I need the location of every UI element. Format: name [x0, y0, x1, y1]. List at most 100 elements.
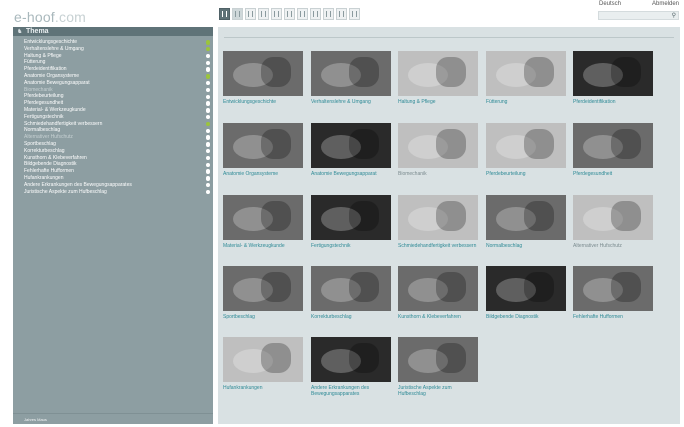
sidebar-item[interactable]: Pferdebeurteilung [13, 93, 213, 100]
pencil-icon[interactable] [284, 8, 295, 20]
sidebar-item[interactable]: Fertigungstechnik [13, 114, 213, 121]
topic-title-link[interactable]: Schmiedehandfertigkeit verbessern [398, 243, 478, 249]
sidebar-item[interactable]: Alternativer Hufschutz [13, 134, 213, 141]
grid-icon[interactable] [323, 8, 334, 20]
search-input[interactable]: ⚲ [598, 11, 679, 20]
sidebar-item[interactable]: Pferdegesundheit [13, 100, 213, 107]
sidebar-item[interactable]: Bildgebende Diagnostik [13, 161, 213, 168]
topic-tile[interactable]: Anatomie Organsysteme [223, 123, 303, 177]
topic-thumbnail[interactable] [486, 51, 566, 96]
topic-thumbnail[interactable] [573, 123, 653, 168]
topic-tile[interactable]: Alternativer Hufschutz [573, 195, 653, 249]
topic-tile[interactable]: Juristische Aspekte zum Hufbeschlag [398, 337, 478, 397]
question-icon[interactable] [297, 8, 308, 20]
topic-tile[interactable]: Material- & Werkzeugkunde [223, 195, 303, 249]
logout-link[interactable]: Abmelden [652, 1, 679, 7]
topic-tile[interactable]: Andere Erkrankungen des Bewegungsapparat… [311, 337, 391, 397]
topic-title-link[interactable]: Hufankrankungen [223, 385, 303, 391]
image-icon[interactable] [349, 8, 360, 20]
topic-tile[interactable]: Fehlerhafte Hufformen [573, 266, 653, 320]
topic-thumbnail[interactable] [486, 266, 566, 311]
logo[interactable]: e-hoof.com [14, 9, 86, 25]
topic-tile[interactable]: Kunsthorn & Klebeverfahren [398, 266, 478, 320]
topic-thumbnail[interactable] [398, 51, 478, 96]
topic-thumbnail[interactable] [311, 123, 391, 168]
topic-thumbnail[interactable] [486, 123, 566, 168]
topic-title-link[interactable]: Anatomie Bewegungsapparat [311, 171, 391, 177]
topic-title-link[interactable]: Alternativer Hufschutz [573, 243, 653, 249]
topic-title-link[interactable]: Andere Erkrankungen des Bewegungsapparat… [311, 385, 391, 397]
topic-tile[interactable]: Biomechanik [398, 123, 478, 177]
sidebar-item[interactable]: Material- & Werkzeugkunde [13, 107, 213, 114]
topic-tile[interactable]: Bildgebende Diagnostik [486, 266, 566, 320]
topic-tile[interactable]: Haltung & Pflege [398, 51, 478, 105]
sidebar-item[interactable]: Hufankrankungen [13, 175, 213, 182]
sidebar-item[interactable]: Anatomie Bewegungsapparat [13, 80, 213, 87]
topic-thumbnail[interactable] [223, 123, 303, 168]
topic-tile[interactable]: Pferdebeurteilung [486, 123, 566, 177]
topic-tile[interactable]: Schmiedehandfertigkeit verbessern [398, 195, 478, 249]
sidebar-item[interactable]: Entwicklungsgeschichte [13, 39, 213, 46]
topic-title-link[interactable]: Biomechanik [398, 171, 478, 177]
sidebar-item[interactable]: Andere Erkrankungen des Bewegungsapparat… [13, 182, 213, 189]
topic-title-link[interactable]: Pferdebeurteilung [486, 171, 566, 177]
edit-icon[interactable] [232, 8, 243, 20]
page-icon[interactable] [271, 8, 282, 20]
sidebar-item[interactable]: Anatomie Organsysteme [13, 73, 213, 80]
list-icon[interactable] [245, 8, 256, 20]
topic-title-link[interactable]: Haltung & Pflege [398, 99, 478, 105]
topic-tile[interactable]: Fertigungstechnik [311, 195, 391, 249]
topic-title-link[interactable]: Fehlerhafte Hufformen [573, 314, 653, 320]
bar-icon[interactable] [310, 8, 321, 20]
topic-thumbnail[interactable] [486, 195, 566, 240]
topic-tile[interactable]: Pferdegesundheit [573, 123, 653, 177]
topic-thumbnail[interactable] [311, 266, 391, 311]
topic-tile[interactable]: Normalbeschlag [486, 195, 566, 249]
topic-thumbnail[interactable] [223, 195, 303, 240]
topic-tile[interactable]: Anatomie Bewegungsapparat [311, 123, 391, 177]
sidebar-item[interactable]: Fehlerhafte Hufformen [13, 168, 213, 175]
topic-thumbnail[interactable] [311, 51, 391, 96]
topic-thumbnail[interactable] [398, 195, 478, 240]
sidebar-item[interactable]: Korrekturbeschlag [13, 148, 213, 155]
sidebar-item[interactable]: Juristische Aspekte zum Hufbeschlag [13, 189, 213, 196]
topic-title-link[interactable]: Bildgebende Diagnostik [486, 314, 566, 320]
topic-title-link[interactable]: Kunsthorn & Klebeverfahren [398, 314, 478, 320]
sidebar-item[interactable]: Schmiedehandfertigkeit verbessern [13, 121, 213, 128]
topic-thumbnail[interactable] [311, 195, 391, 240]
topic-tile[interactable]: Entwicklungsgeschichte [223, 51, 303, 105]
topic-tile[interactable]: Fütterung [486, 51, 566, 105]
topic-title-link[interactable]: Fütterung [486, 99, 566, 105]
topic-title-link[interactable]: Anatomie Organsysteme [223, 171, 303, 177]
topic-title-link[interactable]: Verhaltenslehre & Umgang [311, 99, 391, 105]
sidebar-item[interactable]: Sportbeschlag [13, 141, 213, 148]
topic-title-link[interactable]: Pferdegesundheit [573, 171, 653, 177]
sidebar-item[interactable]: Haltung & Pflege [13, 53, 213, 60]
topic-thumbnail[interactable] [573, 195, 653, 240]
sidebar-item[interactable]: Kunsthorn & Klebeverfahren [13, 155, 213, 162]
topic-thumbnail[interactable] [223, 337, 303, 382]
topic-thumbnail[interactable] [573, 266, 653, 311]
info-icon[interactable] [336, 8, 347, 20]
topic-title-link[interactable]: Material- & Werkzeugkunde [223, 243, 303, 249]
topic-title-link[interactable]: Fertigungstechnik [311, 243, 391, 249]
topic-thumbnail[interactable] [223, 266, 303, 311]
topic-thumbnail[interactable] [311, 337, 391, 382]
topic-thumbnail[interactable] [573, 51, 653, 96]
topic-tile[interactable]: Pferdeidentifikation [573, 51, 653, 105]
search-icon[interactable]: ⚲ [672, 12, 676, 19]
topic-tile[interactable]: Sportbeschlag [223, 266, 303, 320]
topic-tile[interactable]: Hufankrankungen [223, 337, 303, 391]
topic-thumbnail[interactable] [223, 51, 303, 96]
sidebar-item[interactable]: Pferdeidentifikation [13, 66, 213, 73]
topic-thumbnail[interactable] [398, 266, 478, 311]
topic-title-link[interactable]: Sportbeschlag [223, 314, 303, 320]
topic-title-link[interactable]: Entwicklungsgeschichte [223, 99, 303, 105]
topic-title-link[interactable]: Pferdeidentifikation [573, 99, 653, 105]
topic-tile[interactable]: Verhaltenslehre & Umgang [311, 51, 391, 105]
topic-thumbnail[interactable] [398, 123, 478, 168]
topic-title-link[interactable]: Normalbeschlag [486, 243, 566, 249]
topic-title-link[interactable]: Korrekturbeschlag [311, 314, 391, 320]
page-icon[interactable] [258, 8, 269, 20]
sidebar-item[interactable]: Verhaltenslehre & Umgang [13, 46, 213, 53]
